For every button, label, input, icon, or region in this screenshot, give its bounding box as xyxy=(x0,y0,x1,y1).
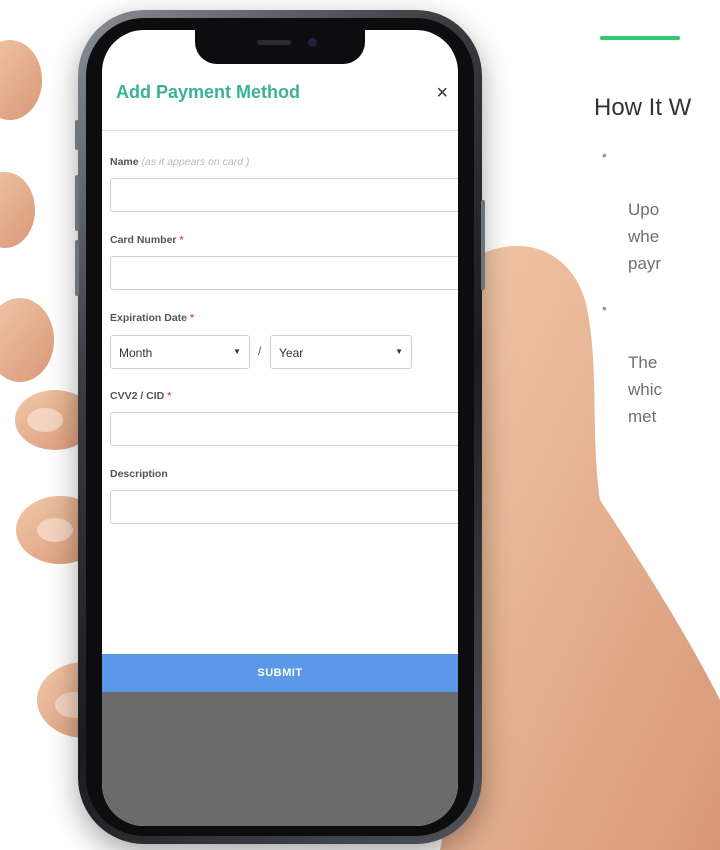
phone-notch xyxy=(195,30,365,64)
power-button xyxy=(481,200,485,290)
speaker-grille xyxy=(257,40,291,45)
month-select[interactable]: Month ▼ xyxy=(110,335,250,369)
year-select[interactable]: Year ▼ xyxy=(270,335,412,369)
description-label: Description xyxy=(110,468,168,480)
name-input[interactable] xyxy=(110,178,458,212)
close-button[interactable]: × xyxy=(432,82,452,105)
cvv-input[interactable] xyxy=(110,412,458,446)
cvv-label: CVV2 / CID * xyxy=(110,390,172,402)
phone-frame: Add Payment Method × Name (as it appears… xyxy=(75,10,485,844)
description-input[interactable] xyxy=(110,490,458,524)
caret-down-icon: ▼ xyxy=(233,347,241,356)
mute-switch xyxy=(75,120,79,150)
caret-down-icon: ▼ xyxy=(395,347,403,356)
year-select-value: Year xyxy=(279,346,304,360)
required-marker: * xyxy=(189,312,195,324)
volume-down-button xyxy=(75,240,79,296)
card-number-label: Card Number * xyxy=(110,234,184,246)
month-select-value: Month xyxy=(119,346,153,360)
submit-button[interactable]: SUBMIT xyxy=(102,654,458,692)
phone-screen: Add Payment Method × Name (as it appears… xyxy=(102,30,458,826)
date-separator: / xyxy=(258,344,262,358)
expiration-label: Expiration Date * xyxy=(110,312,195,324)
name-hint: (as it appears on card ) xyxy=(141,156,250,168)
front-camera xyxy=(308,38,317,47)
card-number-input[interactable] xyxy=(110,256,458,290)
modal-backdrop xyxy=(102,692,458,826)
name-label: Name (as it appears on card ) xyxy=(110,156,250,168)
page-title: Add Payment Method xyxy=(116,82,301,102)
required-marker: * xyxy=(179,234,184,246)
volume-up-button xyxy=(75,175,79,231)
required-marker: * xyxy=(167,390,172,402)
